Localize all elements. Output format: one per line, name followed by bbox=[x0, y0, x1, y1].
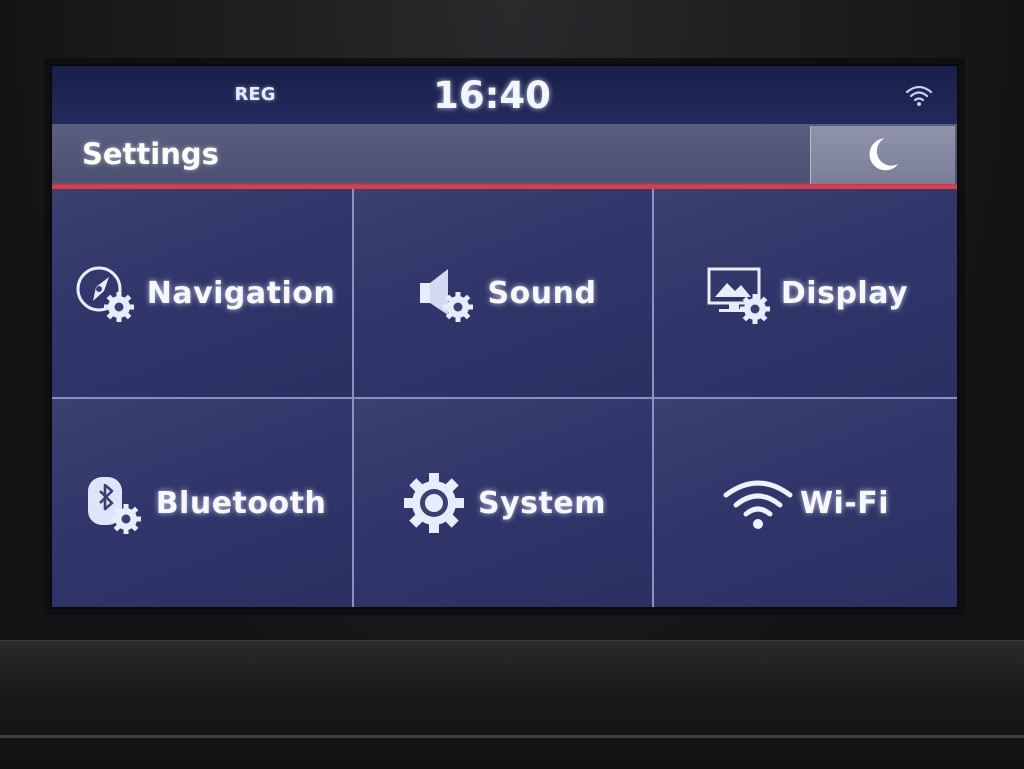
title-bar: Settings bbox=[52, 124, 957, 186]
sound-label: Sound bbox=[487, 275, 597, 311]
wifi-label: Wi-Fi bbox=[799, 485, 890, 521]
page-title: Settings bbox=[82, 137, 219, 171]
clock: 16:40 bbox=[433, 74, 551, 117]
wifi-icon bbox=[723, 480, 793, 529]
infotainment-screen: REG 16:40 Settings Navigation Sound Disp… bbox=[50, 64, 959, 609]
display-settings-tile[interactable]: Display bbox=[654, 189, 957, 399]
system-settings-tile[interactable]: System bbox=[354, 399, 654, 607]
bluetooth-settings-icon bbox=[87, 477, 141, 534]
night-mode-button[interactable] bbox=[810, 126, 955, 184]
bluetooth-settings-tile[interactable]: Bluetooth bbox=[52, 399, 354, 607]
wifi-signal-icon bbox=[905, 85, 933, 106]
system-label: System bbox=[478, 485, 606, 521]
sound-settings-icon bbox=[419, 269, 473, 322]
bezel-trim-line bbox=[0, 735, 1024, 738]
bluetooth-label: Bluetooth bbox=[155, 485, 327, 521]
bezel-lower-trim bbox=[0, 640, 1024, 769]
navigation-settings-tile[interactable]: Navigation bbox=[52, 189, 354, 399]
system-gear-icon bbox=[404, 473, 465, 533]
moon-icon bbox=[869, 138, 899, 171]
navigation-settings-icon bbox=[76, 266, 134, 322]
status-bar: REG 16:40 bbox=[52, 66, 957, 124]
reg-indicator: REG bbox=[234, 84, 276, 105]
wifi-settings-tile[interactable]: Wi-Fi bbox=[654, 399, 957, 607]
display-label: Display bbox=[780, 275, 909, 311]
display-settings-icon bbox=[707, 267, 770, 324]
settings-menu-grid: Navigation Sound Display Bluetooth Syste… bbox=[52, 189, 957, 607]
navigation-label: Navigation bbox=[146, 275, 336, 311]
sound-settings-tile[interactable]: Sound bbox=[354, 189, 654, 399]
